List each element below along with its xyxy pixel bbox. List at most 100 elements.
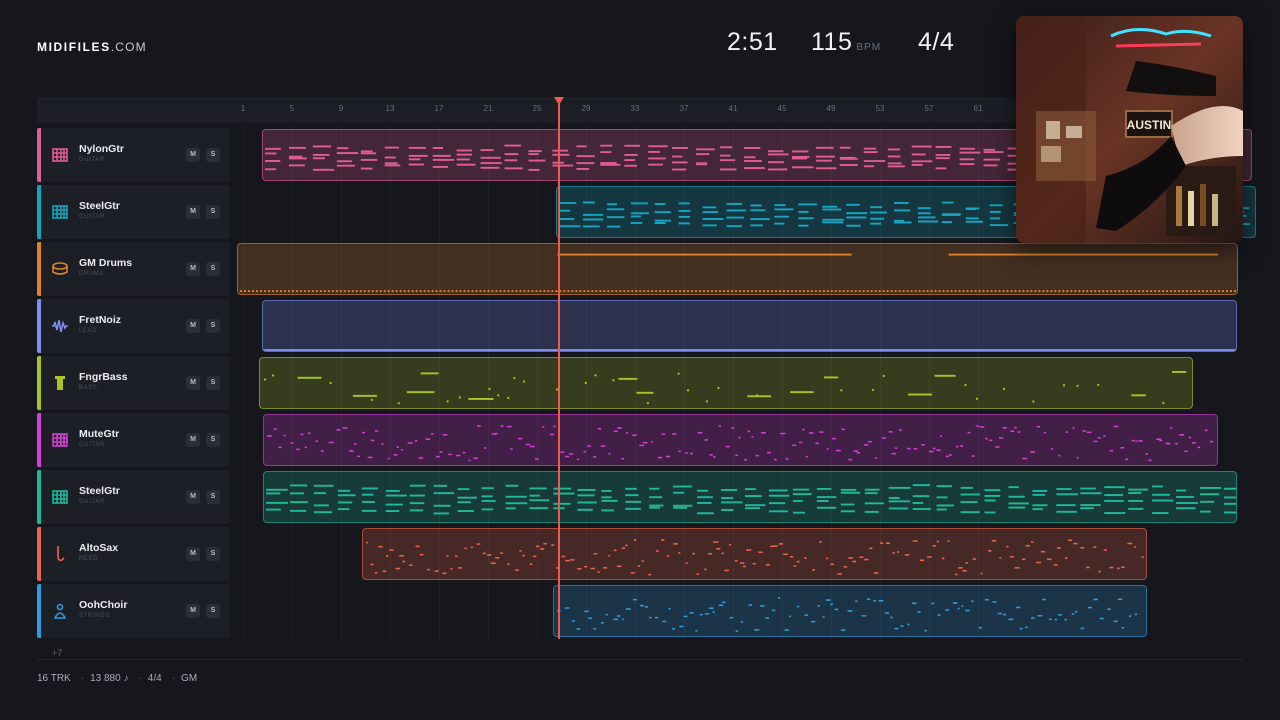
tempo-unit: BPM <box>856 42 882 53</box>
mute-button[interactable]: M <box>186 319 200 333</box>
track-name[interactable]: SteelGtr <box>79 485 120 497</box>
song-time: 2:51 <box>727 28 778 56</box>
guitar-icon <box>51 146 69 164</box>
brand-logo[interactable]: MIDIFILES.COM <box>37 40 147 54</box>
ruler-tick: 21 <box>483 104 493 113</box>
track-color-bar <box>37 356 41 410</box>
tempo-value: 115 <box>811 28 853 56</box>
track-name[interactable]: FngrBass <box>79 371 127 383</box>
mute-button[interactable]: M <box>186 148 200 162</box>
track-header[interactable]: NylonGtr GUITAR M S <box>37 128 230 182</box>
brand-suffix: .COM <box>110 40 147 54</box>
clip-notes <box>365 539 1144 576</box>
track-header[interactable]: OohChoir STRINGS M S <box>37 584 230 638</box>
mute-button[interactable]: M <box>186 547 200 561</box>
clip-notes <box>265 484 1236 515</box>
brand-name: MIDIFILES <box>37 40 111 54</box>
track-category: BASS <box>79 385 98 391</box>
guitar-icon <box>51 431 69 449</box>
midi-clip[interactable] <box>263 471 1237 523</box>
track-name[interactable]: AltoSax <box>79 542 118 554</box>
saxophone-icon <box>51 545 69 563</box>
track-category: GUITAR <box>79 157 105 163</box>
note-count: 13 880 ♪ <box>90 673 129 684</box>
mute-button[interactable]: M <box>186 205 200 219</box>
ruler-tick: 61 <box>973 104 983 113</box>
clip-notes <box>556 597 1138 632</box>
album-sign-text: AUSTIN <box>1127 118 1172 132</box>
track-header[interactable]: SteelGtr GUITAR M S <box>37 185 230 239</box>
guitar-icon <box>51 203 69 221</box>
track-color-bar <box>37 242 41 296</box>
track-name[interactable]: NylonGtr <box>79 143 124 155</box>
solo-button[interactable]: S <box>206 604 220 618</box>
track-name[interactable]: FretNoiz <box>79 314 121 326</box>
playhead[interactable] <box>558 99 560 639</box>
track-category: DRUMS <box>79 271 104 277</box>
midi-clip[interactable] <box>262 300 1237 352</box>
track-header[interactable]: GM Drums DRUMS M S <box>37 242 230 296</box>
mute-button[interactable]: M <box>186 433 200 447</box>
track-color-bar <box>37 527 41 581</box>
track-name[interactable]: MuteGtr <box>79 428 119 440</box>
ruler-tick: 9 <box>338 104 344 113</box>
mute-button[interactable]: M <box>186 376 200 390</box>
track-color-bar <box>37 413 41 467</box>
solo-button[interactable]: S <box>206 433 220 447</box>
track-name[interactable]: OohChoir <box>79 599 127 611</box>
waveform-icon <box>51 317 69 335</box>
solo-button[interactable]: S <box>206 490 220 504</box>
track-header[interactable]: AltoSax REED M S <box>37 527 230 581</box>
track-category: REED <box>79 556 99 562</box>
track-category: GUITAR <box>79 442 105 448</box>
midi-clip[interactable] <box>259 357 1193 409</box>
clip-notes <box>263 349 1236 351</box>
ruler-tick: 57 <box>924 104 934 113</box>
midi-standard: GM <box>181 673 198 684</box>
track-header[interactable]: FretNoiz LEAD M S <box>37 299 230 353</box>
footer-meter: 4/4 <box>147 673 162 684</box>
solo-button[interactable]: S <box>206 148 220 162</box>
ruler-tick: 53 <box>875 104 885 113</box>
midi-clip[interactable] <box>362 528 1147 580</box>
footer-divider <box>37 659 1243 660</box>
more-tracks-indicator[interactable]: +7 <box>52 648 62 658</box>
ruler-tick: 49 <box>826 104 836 113</box>
track-color-bar <box>37 185 41 239</box>
track-count: 16 TRK <box>37 673 71 684</box>
ruler-tick: 25 <box>532 104 542 113</box>
ruler-tick: 5 <box>289 104 295 113</box>
ruler-tick: 17 <box>434 104 444 113</box>
drum-icon <box>51 260 69 278</box>
ruler-tick: 29 <box>581 104 591 113</box>
mute-button[interactable]: M <box>186 262 200 276</box>
tempo-display: 115 BPM <box>811 28 881 57</box>
track-header[interactable]: FngrBass BASS M S <box>37 356 230 410</box>
ruler-tick: 41 <box>728 104 738 113</box>
grid-line <box>243 125 244 639</box>
midi-clip[interactable] <box>263 414 1218 466</box>
clip-notes <box>239 253 1237 293</box>
solo-button[interactable]: S <box>206 262 220 276</box>
solo-button[interactable]: S <box>206 319 220 333</box>
solo-button[interactable]: S <box>206 547 220 561</box>
track-color-bar <box>37 470 41 524</box>
track-name[interactable]: SteelGtr <box>79 200 120 212</box>
mute-button[interactable]: M <box>186 604 200 618</box>
ruler-tick: 13 <box>385 104 395 113</box>
clip-notes <box>266 425 1214 462</box>
ruler-tick: 37 <box>679 104 689 113</box>
solo-button[interactable]: S <box>206 376 220 390</box>
track-color-bar <box>37 584 41 638</box>
choir-icon <box>51 602 69 620</box>
track-name[interactable]: GM Drums <box>79 257 132 269</box>
midi-clip[interactable] <box>553 585 1147 637</box>
clip-notes <box>263 370 1187 405</box>
midi-clip[interactable] <box>237 243 1238 295</box>
track-header[interactable]: MuteGtr GUITAR M S <box>37 413 230 467</box>
mute-button[interactable]: M <box>186 490 200 504</box>
solo-button[interactable]: S <box>206 205 220 219</box>
track-header[interactable]: SteelGtr GUITAR M S <box>37 470 230 524</box>
track-category: STRINGS <box>79 613 110 619</box>
footer-status: 16 TRK · 13 880 ♪ · 4/4 · GM <box>37 673 198 684</box>
